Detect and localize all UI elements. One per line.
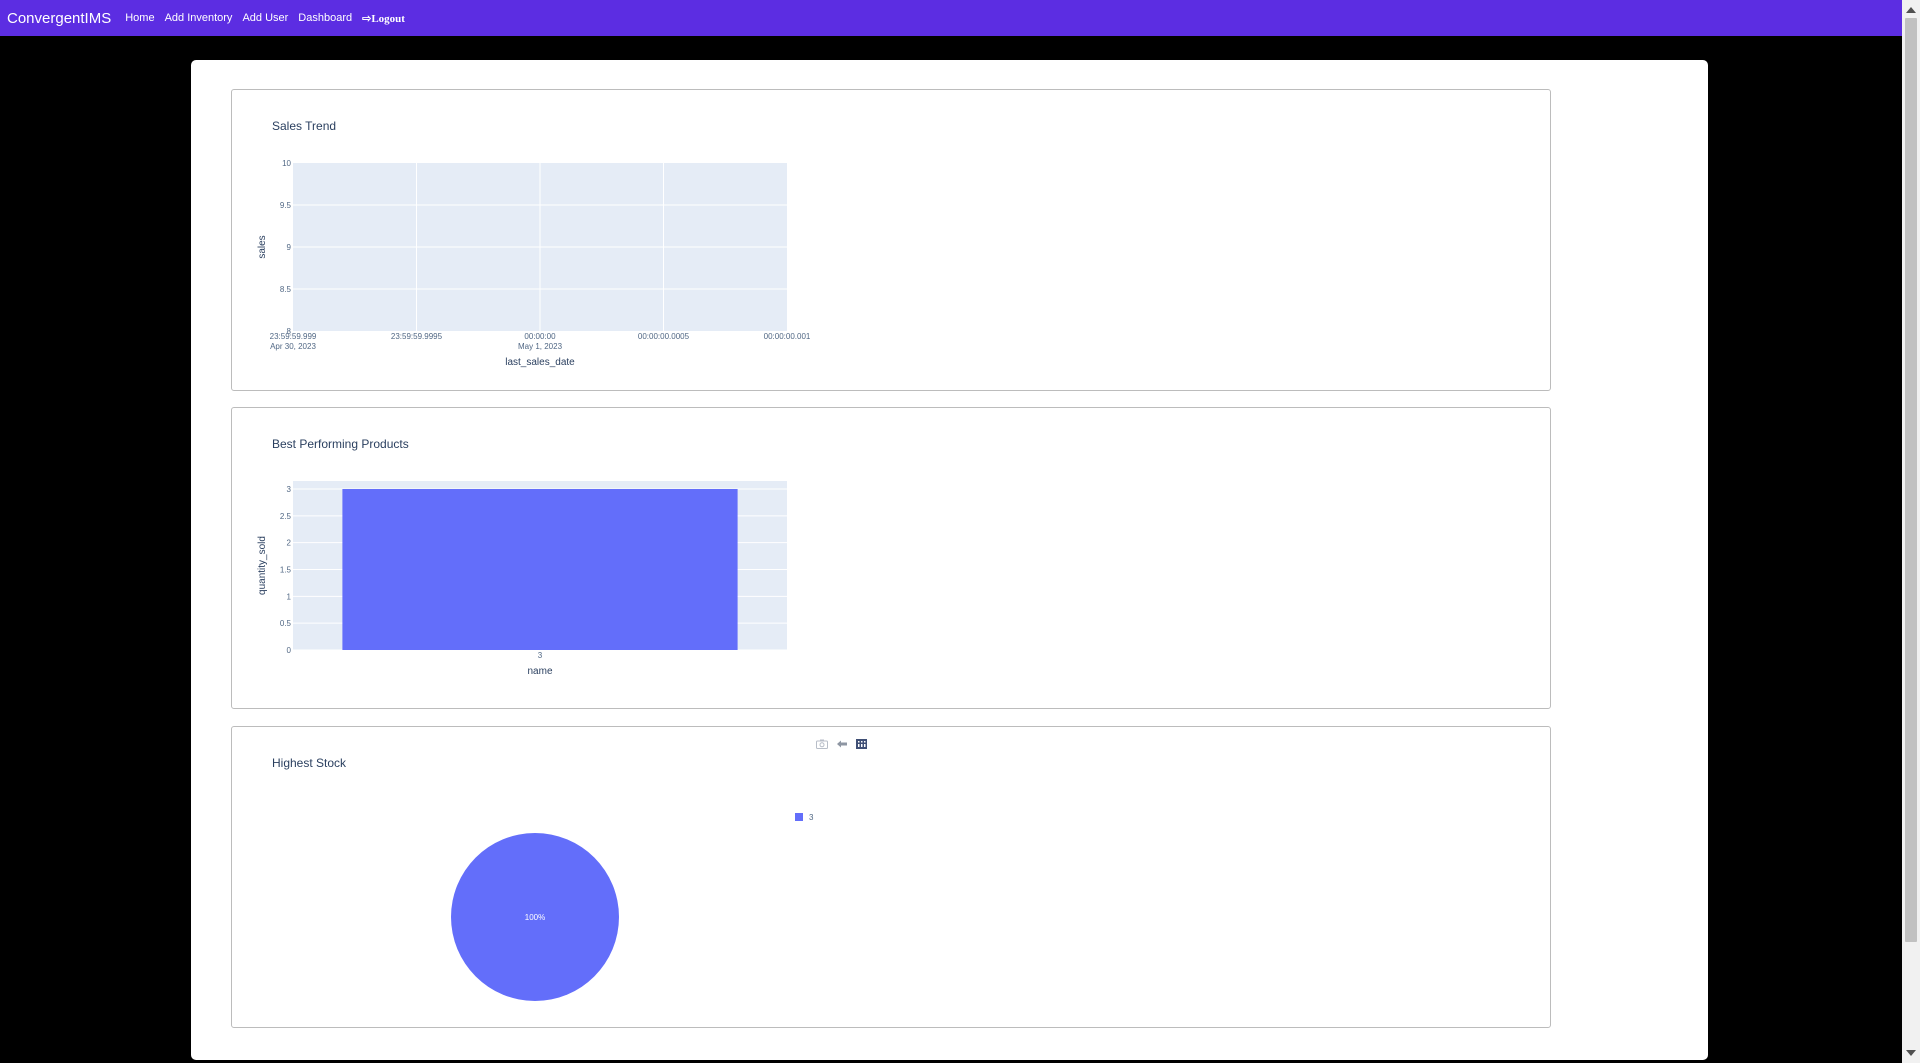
x-tick-label: 23:59:59.9995: [391, 332, 443, 341]
scrollbar[interactable]: [1902, 0, 1920, 1063]
legend-swatch: [795, 813, 803, 821]
x-tick-label: 23:59:59.999: [270, 332, 317, 341]
dashboard-container: Sales Trend 8 8.5 9 9.5 10 23:59:59.999 Apr 30…: [191, 60, 1708, 1060]
navbar: ConvergentIMS Home Add Inventory Add Use…: [0, 0, 1902, 36]
camera-icon[interactable]: [816, 739, 828, 749]
best-products-chart[interactable]: 0 0.5 1 1.5 2 2.5 3 3 name quantity_sold: [232, 438, 832, 698]
x-axis-label: last_sales_date: [505, 357, 575, 368]
x-tick-label: 00:00:00.001: [764, 332, 811, 341]
pie-slice-label: 100%: [525, 913, 545, 922]
nav-add-inventory[interactable]: Add Inventory: [165, 12, 233, 24]
sales-trend-card: Sales Trend 8 8.5 9 9.5 10 23:59:59.999 Apr 30…: [231, 89, 1551, 391]
y-tick-label: 9: [287, 243, 292, 252]
y-tick-label: 10: [282, 159, 291, 168]
y-axis-label: sales: [257, 235, 268, 258]
brand-logo[interactable]: ConvergentIMS: [7, 10, 111, 27]
nav-add-user[interactable]: Add User: [242, 12, 288, 24]
x-tick-label: 00:00:00: [524, 332, 556, 341]
x-tick-label: May 1, 2023: [518, 342, 563, 351]
y-tick-label: 2.5: [280, 512, 292, 521]
x-axis-label: name: [527, 666, 552, 677]
y-tick-label: 0.5: [280, 619, 292, 628]
bar: [342, 489, 738, 650]
legend-label: 3: [809, 813, 814, 822]
sales-trend-chart[interactable]: 88.599.51023:59:59.999Apr 30, 202323:59:…: [232, 120, 832, 380]
scroll-up-arrow-icon[interactable]: [1906, 7, 1916, 13]
y-tick-label: 1: [287, 592, 292, 601]
plotly-logo-icon[interactable]: [856, 739, 868, 749]
nav-home[interactable]: Home: [125, 12, 154, 24]
y-tick-label: 3: [287, 485, 292, 494]
highest-stock-card: Highest Stock 100% 3: [231, 726, 1551, 1028]
y-tick-label: 0: [287, 646, 292, 655]
y-axis-label: quantity_sold: [257, 536, 268, 595]
scrollbar-thumb[interactable]: [1905, 18, 1917, 942]
highest-stock-chart[interactable]: 100% 3: [232, 767, 832, 1017]
best-products-card: Best Performing Products 0 0.5 1 1.5 2 2.5 3 3 n…: [231, 407, 1551, 709]
nav-logout[interactable]: ⇨Logout: [362, 12, 405, 25]
x-tick-label: Apr 30, 2023: [270, 342, 316, 351]
y-tick-label: 9.5: [280, 201, 292, 210]
x-tick-label: 3: [538, 651, 543, 660]
x-tick-label: 00:00:00.0005: [638, 332, 690, 341]
y-tick-label: 8.5: [280, 285, 292, 294]
scroll-down-arrow-icon[interactable]: [1906, 1050, 1916, 1056]
y-tick-label: 2: [287, 539, 292, 548]
chart-modebar: [816, 739, 868, 749]
y-tick-label: 1.5: [280, 566, 292, 575]
nav-dashboard[interactable]: Dashboard: [298, 12, 352, 24]
autoscale-icon[interactable]: [836, 739, 848, 749]
